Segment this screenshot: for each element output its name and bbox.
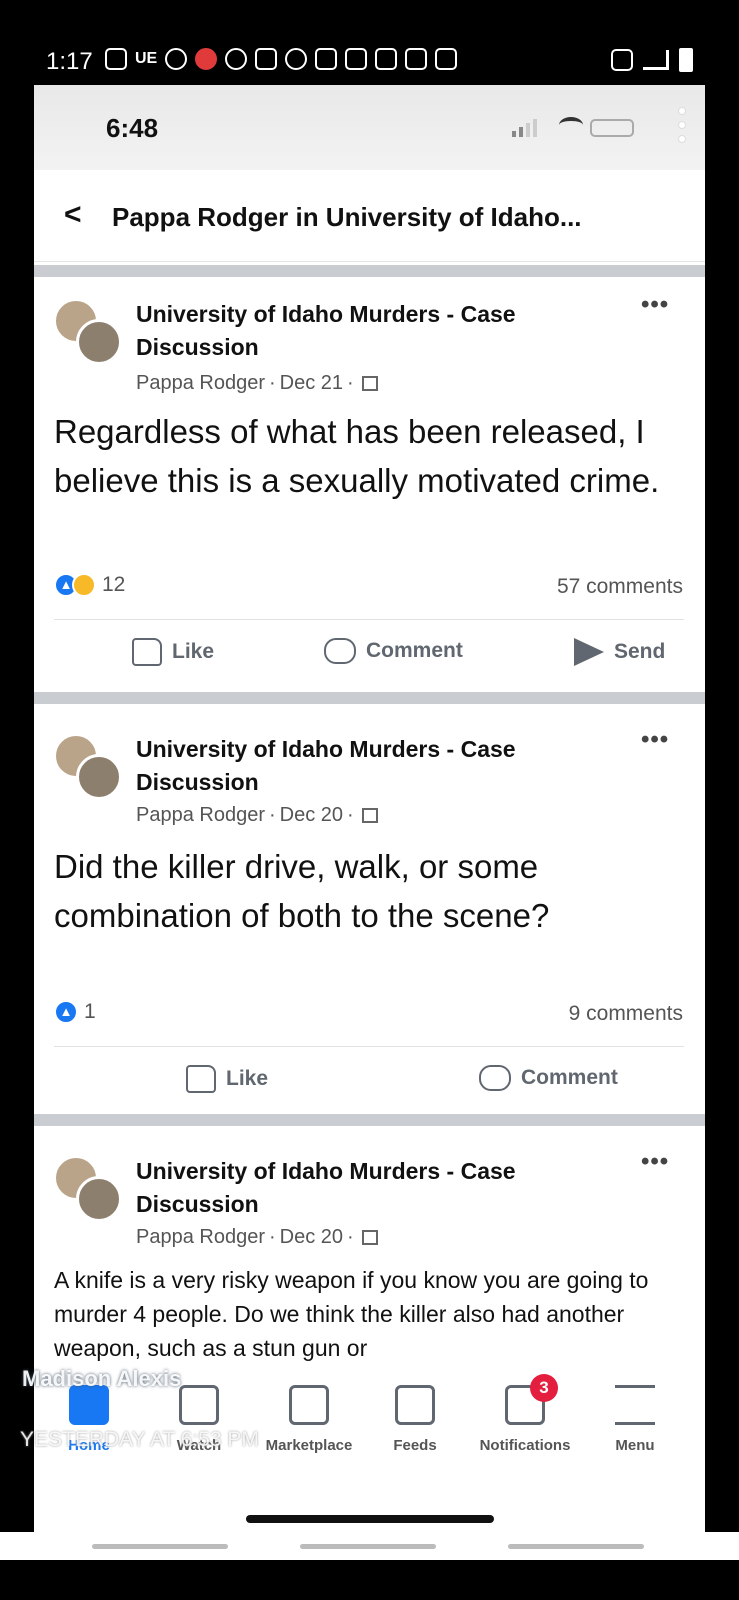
haha-reaction-icon [72,573,96,597]
gallery-icon [105,48,127,70]
cell-signal-icon [512,119,537,137]
author-name[interactable]: Pappa Rodger [136,372,265,395]
tab-marketplace[interactable]: Marketplace [254,1385,364,1454]
more-horizontal-icon[interactable]: ••• [641,726,669,754]
outer-status-bar: 1:17 UE [0,0,739,85]
home-indicator[interactable] [246,1515,494,1523]
outer-system-icons [611,48,693,72]
outer-notification-icons: UE [105,48,458,70]
tab-notifications[interactable]: 3 Notifications [470,1374,580,1454]
post-date[interactable]: Dec 21 [280,372,343,395]
comment-button[interactable]: Comment [479,1065,618,1091]
post-card: University of Idaho Murders - Case Discu… [34,704,705,1114]
carrier-label: UE [135,50,158,67]
post-text: Did the killer drive, walk, or some comb… [54,848,550,934]
page-header: < Pappa Rodger in University of Idaho... [34,170,705,262]
group-avatar[interactable] [54,299,124,365]
speech-bubble-icon [324,638,356,664]
comment-button[interactable]: Comment [324,638,463,664]
group-avatar[interactable] [54,734,124,800]
facebook-screenshot: 6:48 < Pappa Rodger in University of Ida… [34,85,705,1532]
author-name[interactable]: Pappa Rodger [136,804,265,827]
divider [34,1114,705,1126]
action-row: Like Comment [54,1046,684,1110]
send-icon [574,638,604,666]
group-name[interactable]: University of Idaho Murders - Case Discu… [136,298,606,364]
send-button[interactable]: Send [574,638,665,666]
tab-feeds[interactable]: Feeds [360,1385,470,1454]
battery-icon [679,48,693,72]
instagram-icon [405,48,428,70]
like-button[interactable]: Like [132,638,214,666]
home-app-icon [255,48,278,70]
page-title: Pappa Rodger in University of Idaho... [112,202,582,232]
post-text: A knife is a very risky weapon if you kn… [54,1267,649,1361]
post-text: Regardless of what has been released, I … [54,413,660,499]
reaction-summary[interactable]: ▲ 12 [54,573,125,597]
group-icon [361,808,378,823]
comment-label: Comment [521,1066,618,1089]
app-icon [285,48,308,70]
voicemail-icon [225,48,248,70]
more-horizontal-icon[interactable]: ••• [641,1148,669,1176]
overlay-username: Madison Alexis [22,1366,182,1391]
wifi-icon [559,117,583,133]
chevron-left-icon[interactable]: < [64,198,82,232]
bell-icon: 3 [505,1374,558,1425]
battery-icon [590,119,634,137]
wifi-signal-icon [643,50,669,70]
notification-badge: 3 [530,1374,558,1402]
comment-count[interactable]: 9 comments [569,1002,683,1026]
group-icon [361,376,378,391]
post-card: University of Idaho Murders - Case Discu… [34,277,705,692]
shop-icon [289,1385,329,1425]
tab-menu[interactable]: Menu [580,1385,690,1454]
group-name[interactable]: University of Idaho Murders - Case Discu… [136,1155,606,1221]
hamburger-menu-icon [615,1385,655,1425]
instagram-icon [345,48,368,70]
post-date[interactable]: Dec 20 [280,1226,343,1249]
speech-bubble-icon [479,1065,511,1091]
like-reaction-icon: ▲ [54,1000,78,1024]
like-button[interactable]: Like [186,1065,268,1093]
action-row: Like Comment Send [54,619,684,683]
group-avatar[interactable] [54,1156,124,1222]
thumbs-up-icon [186,1065,216,1093]
outer-clock: 1:17 [46,48,93,75]
author-name[interactable]: Pappa Rodger [136,1226,265,1249]
instagram-icon [435,48,458,70]
inner-clock: 6:48 [106,113,159,143]
reaction-summary[interactable]: ▲ 1 [54,1000,96,1024]
ad-app-icon [195,48,218,70]
video-icon [179,1385,219,1425]
group-icon [361,1230,378,1245]
inner-status-bar: 6:48 [34,85,705,170]
reaction-count: 12 [102,573,126,596]
post-meta: Pappa Rodger · Dec 20 · [136,1226,378,1249]
more-vertical-icon[interactable] [678,107,686,143]
bottom-strip [0,1532,739,1560]
feeds-icon [395,1385,435,1425]
like-label: Like [172,640,215,663]
thumbs-up-icon [132,638,162,666]
reaction-count: 1 [84,1000,96,1023]
divider [34,265,705,277]
divider [34,692,705,704]
more-horizontal-icon[interactable]: ••• [641,291,669,319]
overlay-timestamp: YESTERDAY AT 6:53 PM [20,1428,259,1451]
instagram-icon [315,48,338,70]
comment-count[interactable]: 57 comments [557,575,683,599]
comment-label: Comment [366,639,463,662]
post-card: University of Idaho Murders - Case Discu… [34,1126,705,1365]
lock-icon [611,49,633,71]
group-name[interactable]: University of Idaho Murders - Case Discu… [136,733,606,799]
like-label: Like [226,1067,269,1090]
post-date[interactable]: Dec 20 [280,804,343,827]
send-label: Send [614,640,666,663]
instagram-icon [375,48,398,70]
messenger-icon [165,48,188,70]
post-meta: Pappa Rodger · Dec 21 · [136,372,378,395]
post-meta: Pappa Rodger · Dec 20 · [136,804,378,827]
